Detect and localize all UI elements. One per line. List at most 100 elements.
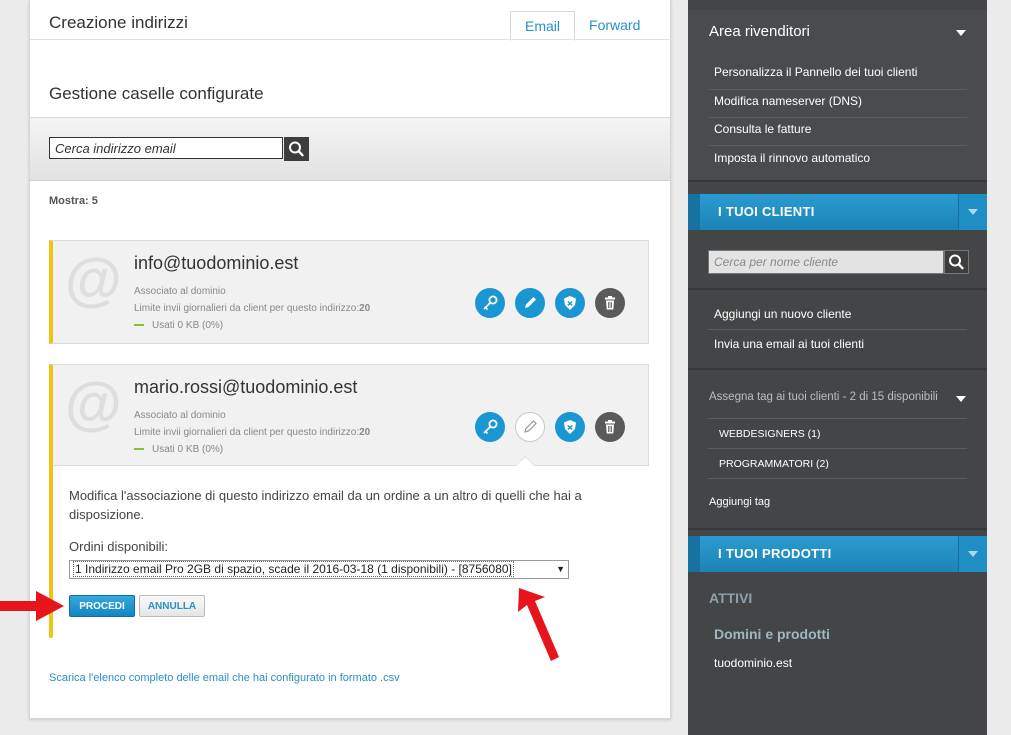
page-title: Creazione indirizzi (49, 13, 188, 32)
password-button[interactable] (475, 288, 505, 318)
card-actions (475, 412, 625, 442)
section-divider (688, 288, 987, 290)
key-icon (483, 419, 498, 435)
protection-button[interactable] (555, 288, 585, 318)
usage-text: Usati 0 KB (0%) (134, 320, 223, 331)
password-button[interactable] (475, 412, 505, 442)
at-icon: @ (65, 247, 122, 312)
email-search-input[interactable]: Cerca indirizzo email (49, 137, 283, 159)
email-search-button[interactable] (284, 137, 309, 161)
usage-value: Usati 0 KB (0%) (152, 320, 224, 331)
reseller-link-dns[interactable]: Modifica nameserver (DNS) (714, 94, 862, 108)
usage-bar (134, 448, 144, 451)
orders-select[interactable]: 1 Indirizzo email Pro 2GB di spazio, sca… (69, 560, 569, 579)
key-icon (483, 295, 498, 311)
add-tag-link[interactable]: Aggiungi tag (709, 496, 770, 508)
client-search-button[interactable] (944, 250, 969, 274)
reseller-block: Area rivenditori Personalizza il Pannell… (688, 10, 987, 180)
ribbon-cap (688, 194, 700, 230)
protection-button[interactable] (555, 412, 585, 442)
proceed-button[interactable]: PROCEDI (69, 595, 135, 617)
section-divider (688, 368, 987, 370)
search-icon (289, 141, 304, 157)
divider (708, 89, 967, 90)
tab-divider (30, 39, 670, 40)
email-search-bar: Cerca indirizzo email (30, 117, 670, 181)
card-actions (475, 288, 625, 318)
divider (708, 145, 967, 146)
divider (708, 418, 967, 419)
association-text: Associato al dominio (134, 410, 226, 421)
edit-button-active[interactable] (515, 412, 545, 442)
send-limit-value: 20 (359, 427, 371, 438)
reseller-link-invoices[interactable]: Consulta le fatture (714, 122, 811, 136)
delete-button[interactable] (595, 288, 625, 318)
chevron-down-icon[interactable] (956, 396, 966, 402)
chevron-down-icon[interactable] (958, 194, 987, 230)
send-limit-value: 20 (359, 303, 371, 314)
edit-description: Modifica l'associazione di questo indiri… (69, 488, 582, 522)
section-title: Gestione caselle configurate (49, 84, 264, 103)
divider (708, 448, 967, 449)
tab-email[interactable]: Email (510, 11, 576, 41)
chevron-down-icon: ▼ (556, 564, 565, 574)
email-address: info@tuodominio.est (134, 253, 299, 273)
products-header-label: I TUOI PRODOTTI (718, 546, 832, 561)
add-client-link[interactable]: Aggiungi un nuovo cliente (714, 307, 851, 321)
shield-icon (564, 296, 576, 310)
section-divider (688, 528, 987, 530)
usage-text: Usati 0 KB (0%) (134, 444, 223, 455)
edit-button[interactable] (515, 288, 545, 318)
send-limit-label: Limite invii giornalieri da client per q… (134, 427, 360, 438)
red-arrow-icon (518, 588, 559, 661)
clients-header[interactable]: I TUOI CLIENTI (688, 194, 987, 230)
trash-icon (605, 296, 615, 310)
usage-value: Usati 0 KB (0%) (152, 444, 224, 455)
email-address: mario.rossi@tuodominio.est (134, 377, 358, 397)
email-clients-link[interactable]: Invia una email ai tuoi clienti (714, 337, 864, 351)
clients-header-label: I TUOI CLIENTI (718, 204, 815, 219)
send-limit-text: Limite invii giornalieri da client per q… (134, 303, 370, 314)
ribbon-cap (688, 536, 700, 572)
divider (708, 117, 967, 118)
count-label: Mostra: 5 (49, 195, 98, 207)
search-icon (949, 254, 964, 270)
page-margin (987, 0, 1011, 735)
tag-item[interactable]: WEBDESIGNERS (1) (719, 428, 821, 440)
reseller-link-autorenew[interactable]: Imposta il rinnovo automatico (714, 151, 870, 165)
chevron-down-icon[interactable] (956, 30, 966, 36)
domains-title: Domini e prodotti (714, 626, 830, 642)
association-text: Associato al dominio (134, 286, 226, 297)
panel-notch (515, 456, 535, 466)
divider (708, 329, 967, 330)
client-search-input[interactable]: Cerca per nome cliente (708, 250, 944, 274)
products-header[interactable]: I TUOI PRODOTTI (688, 536, 987, 572)
send-limit-text: Limite invii giornalieri da client per q… (134, 427, 370, 438)
usage-bar (134, 324, 144, 327)
selected-order: 1 Indirizzo email Pro 2GB di spazio, sca… (73, 561, 514, 577)
reseller-link-customize[interactable]: Personalizza il Pannello dei tuoi client… (714, 65, 917, 79)
section-divider (688, 180, 987, 182)
tab-forward[interactable]: Forward (575, 11, 654, 39)
tag-item[interactable]: PROGRAMMATORI (2) (719, 458, 829, 470)
red-arrow-icon (0, 591, 64, 621)
divider (708, 478, 967, 479)
domain-link[interactable]: tuodominio.est (714, 656, 792, 670)
reseller-title[interactable]: Area rivenditori (709, 23, 810, 40)
cancel-button[interactable]: ANNULLA (139, 595, 205, 617)
at-icon: @ (65, 371, 122, 436)
tab-bar: Email Forward (510, 11, 654, 41)
orders-label: Ordini disponibili: (69, 539, 168, 554)
shield-icon (564, 420, 576, 434)
main-panel: Creazione indirizzi Email Forward Gestio… (29, 0, 671, 719)
email-card: @ info@tuodominio.est Associato al domin… (49, 240, 649, 344)
chevron-down-icon[interactable] (958, 536, 987, 572)
delete-button[interactable] (595, 412, 625, 442)
sidebar: Area rivenditori Personalizza il Pannell… (688, 0, 987, 735)
tags-title[interactable]: Assegna tag ai tuoi clienti - 2 di 15 di… (709, 391, 938, 403)
csv-download-link[interactable]: Scarica l'elenco completo delle email ch… (49, 672, 400, 684)
active-label: ATTIVI (709, 590, 753, 606)
pencil-icon (525, 297, 536, 308)
trash-icon (605, 420, 615, 434)
pencil-icon (524, 420, 537, 433)
